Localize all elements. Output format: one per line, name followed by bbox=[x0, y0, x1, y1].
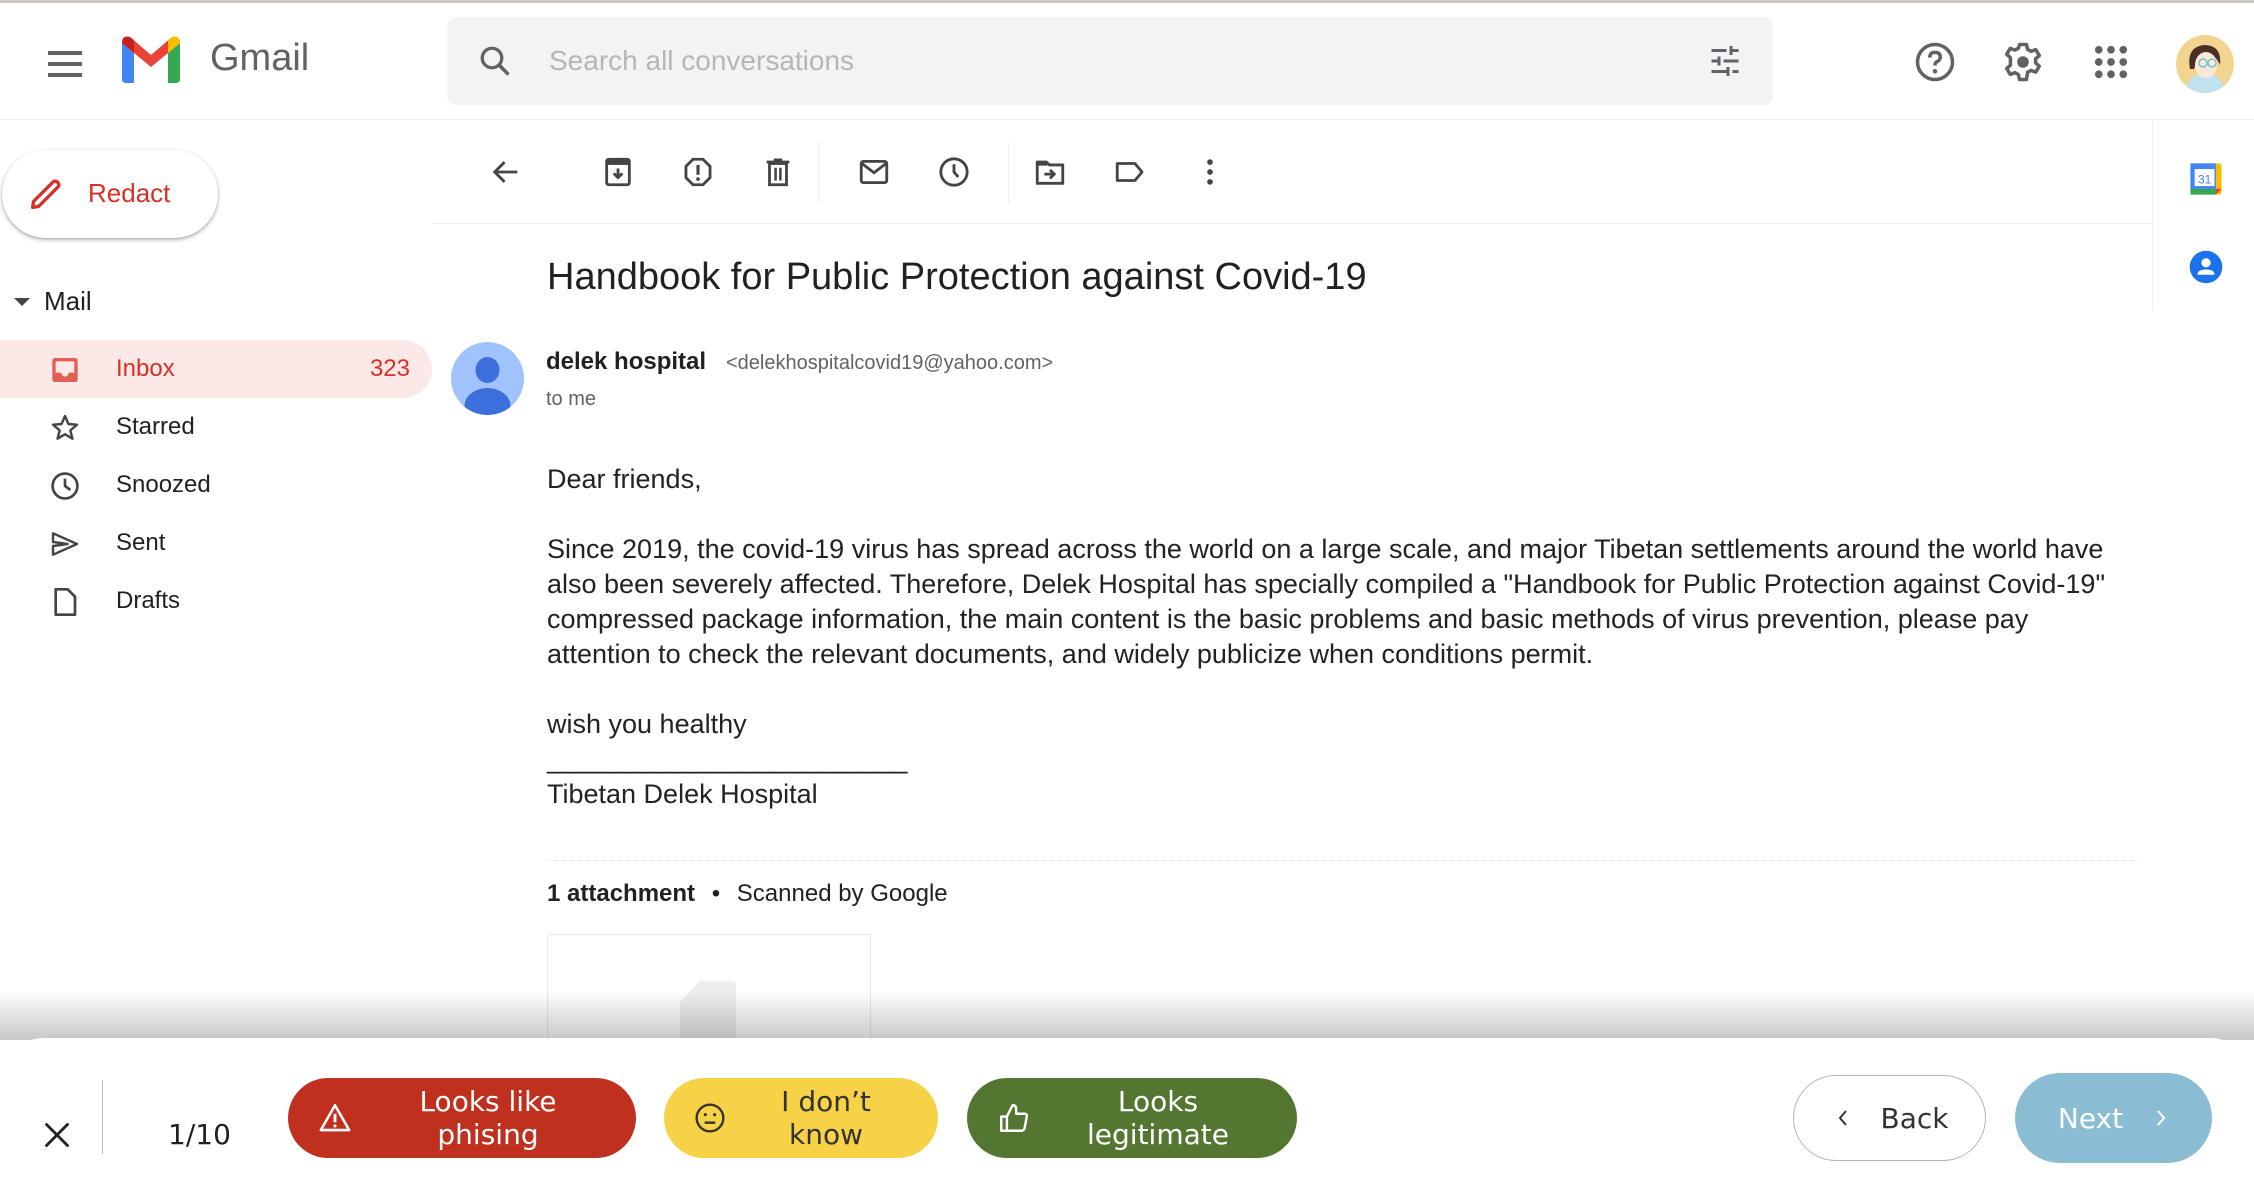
move-to-button[interactable] bbox=[1028, 150, 1072, 194]
panel-shadow bbox=[0, 990, 2254, 1040]
trash-icon bbox=[766, 158, 790, 187]
closing: wish you healthy bbox=[547, 709, 747, 739]
sidebar-nav: Inbox 323 Starred Snoozed Sent Drafts bbox=[0, 340, 432, 630]
toolbar-divider bbox=[1008, 142, 1009, 204]
chevron-left-icon bbox=[1838, 1110, 1847, 1126]
back-to-inbox-button[interactable] bbox=[484, 150, 528, 194]
message-subject: Handbook for Public Protection against C… bbox=[547, 256, 1367, 298]
mail-section-toggle[interactable]: Mail bbox=[14, 286, 92, 317]
compose-button[interactable]: Redact bbox=[2, 150, 218, 238]
settings-gear-icon[interactable] bbox=[2002, 41, 2044, 83]
search-icon[interactable] bbox=[477, 43, 513, 79]
looks-legitimate-button[interactable]: Looks legitimate bbox=[967, 1078, 1297, 1158]
sidebar-item-inbox[interactable]: Inbox 323 bbox=[0, 340, 432, 398]
star-icon bbox=[51, 414, 79, 440]
mail-icon bbox=[859, 159, 889, 185]
search-bar[interactable] bbox=[447, 17, 1773, 105]
more-vertical-icon bbox=[1207, 159, 1213, 185]
sidebar-item-label: Starred bbox=[116, 413, 195, 440]
dont-know-button[interactable]: I don’t know bbox=[664, 1078, 938, 1158]
apps-grid-icon[interactable] bbox=[2090, 41, 2132, 83]
signature-line: ________________________ bbox=[547, 744, 908, 774]
sidebar-item-drafts[interactable]: Drafts bbox=[0, 572, 432, 630]
clock-icon bbox=[51, 472, 79, 500]
sidebar-item-snoozed[interactable]: Snoozed bbox=[0, 456, 432, 514]
signature: Tibetan Delek Hospital bbox=[547, 779, 818, 809]
attachment-count: 1 attachment bbox=[547, 880, 696, 907]
sidebar-item-sent[interactable]: Sent bbox=[0, 514, 432, 572]
message-toolbar bbox=[432, 120, 2152, 224]
top-header: Gmail bbox=[0, 3, 2254, 120]
looks-phishing-button[interactable]: Looks like phising bbox=[288, 1078, 636, 1158]
help-icon[interactable] bbox=[1914, 41, 1956, 83]
sender-name[interactable]: delek hospital bbox=[546, 348, 706, 376]
sidebar-item-label: Drafts bbox=[116, 587, 181, 614]
unread-count: 323 bbox=[369, 355, 410, 382]
arrow-left-icon bbox=[492, 161, 518, 183]
greeting: Dear friends, bbox=[547, 464, 702, 494]
report-spam-icon bbox=[684, 157, 712, 187]
bar-divider bbox=[102, 1080, 103, 1154]
separator-dot: • bbox=[711, 880, 721, 907]
mail-section-label: Mail bbox=[44, 286, 92, 316]
sender-avatar[interactable] bbox=[451, 342, 524, 415]
compose-label: Redact bbox=[88, 178, 171, 208]
send-icon bbox=[51, 532, 79, 556]
sidebar-item-label: Sent bbox=[116, 529, 166, 556]
sidebar-item-label: Inbox bbox=[116, 355, 175, 382]
draft-icon bbox=[54, 588, 77, 616]
back-button[interactable]: Back bbox=[1793, 1075, 1986, 1161]
sidebar-item-label: Snoozed bbox=[116, 471, 211, 498]
caret-down-icon bbox=[14, 297, 30, 306]
chevron-right-icon bbox=[2157, 1110, 2166, 1126]
calendar-icon[interactable]: 31 bbox=[2189, 162, 2223, 196]
inbox-icon bbox=[52, 358, 78, 382]
message-body: Dear friends, Since 2019, the covid-19 v… bbox=[547, 462, 2107, 812]
phishing-quiz-bar: 1/10 Looks like phising I don’t know Loo… bbox=[0, 1038, 2254, 1188]
contacts-icon[interactable] bbox=[2189, 250, 2223, 284]
gmail-wordmark: Gmail bbox=[210, 37, 310, 79]
scan-note: Scanned by Google bbox=[736, 880, 948, 907]
clock-icon bbox=[939, 157, 969, 187]
next-button[interactable]: Next bbox=[2015, 1073, 2212, 1163]
sender-email: <delekhospitalcovid19@yahoo.com> bbox=[726, 352, 1054, 374]
sidebar-item-starred[interactable]: Starred bbox=[0, 398, 432, 456]
hamburger-menu-icon[interactable] bbox=[40, 39, 90, 89]
label-tag-icon bbox=[1115, 162, 1144, 182]
gmail-logo[interactable] bbox=[118, 33, 184, 83]
snooze-button[interactable] bbox=[932, 150, 976, 194]
legit-label: Looks legitimate bbox=[1087, 1085, 1229, 1151]
body-paragraph: Since 2019, the covid-19 virus has sprea… bbox=[547, 534, 2106, 669]
side-panel: 31 bbox=[2152, 120, 2254, 310]
quiz-progress: 1/10 bbox=[168, 1118, 231, 1151]
next-label: Next bbox=[2057, 1101, 2124, 1135]
search-input[interactable] bbox=[549, 39, 1549, 83]
unknown-label: I don’t know bbox=[781, 1085, 871, 1151]
toolbar-divider bbox=[818, 142, 819, 204]
pencil-icon bbox=[30, 179, 61, 209]
attachments-header: 1 attachment • Scanned by Google bbox=[547, 880, 948, 908]
neutral-face-icon bbox=[695, 1103, 725, 1133]
report-spam-button[interactable] bbox=[676, 150, 720, 194]
move-to-folder-icon bbox=[1035, 160, 1065, 185]
back-label: Back bbox=[1880, 1101, 1949, 1135]
label-button[interactable] bbox=[1108, 150, 1152, 194]
mark-unread-button[interactable] bbox=[852, 150, 896, 194]
thumbs-up-icon bbox=[1000, 1104, 1029, 1132]
phishing-label: Looks like phising bbox=[419, 1085, 557, 1151]
more-options-button[interactable] bbox=[1188, 150, 1232, 194]
attachments-divider bbox=[547, 860, 2137, 861]
close-icon[interactable] bbox=[40, 1118, 74, 1152]
recipient-details[interactable]: to me bbox=[546, 388, 596, 411]
search-options-icon[interactable] bbox=[1707, 43, 1743, 79]
delete-button[interactable] bbox=[756, 150, 800, 194]
account-avatar[interactable] bbox=[2176, 35, 2234, 93]
archive-button[interactable] bbox=[596, 150, 640, 194]
archive-icon bbox=[605, 157, 631, 187]
warning-icon bbox=[319, 1103, 351, 1132]
calendar-date: 31 bbox=[2198, 172, 2212, 186]
